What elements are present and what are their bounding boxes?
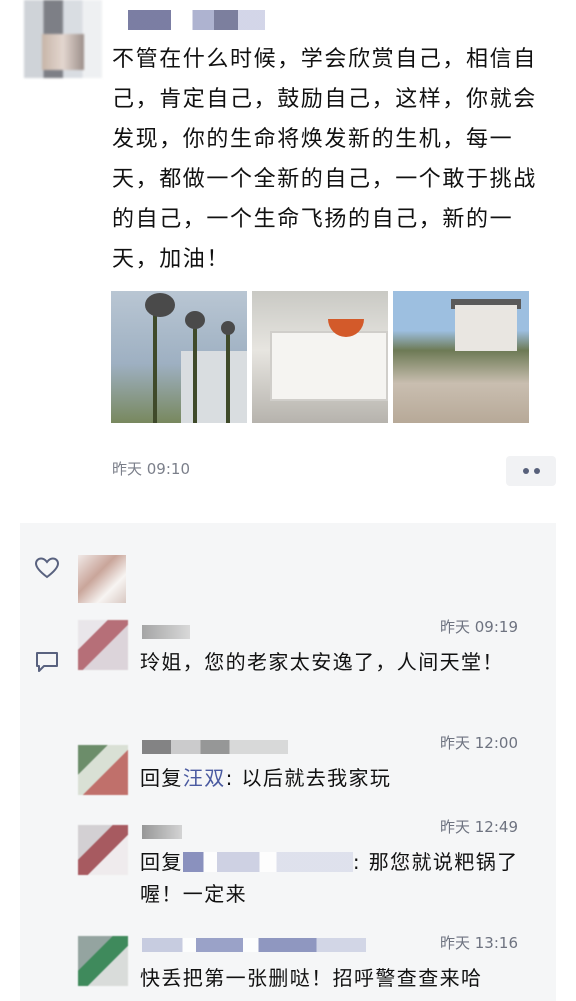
reply-target-name[interactable]: 汪双 xyxy=(183,766,226,790)
photo-stem xyxy=(153,301,157,423)
comment-text[interactable]: 玲姐，您的老家太安逸了，人间天堂！ xyxy=(140,646,536,678)
poster-name-redacted[interactable] xyxy=(128,10,324,30)
photo-pod xyxy=(221,321,235,335)
photo-thumbnail-3[interactable] xyxy=(393,291,529,423)
commenter-avatar[interactable] xyxy=(78,825,128,875)
comment-time: 昨天 13:16 xyxy=(440,934,518,952)
more-dots-icon[interactable] xyxy=(506,456,556,486)
post-timestamp: 昨天 09:10 xyxy=(112,460,190,478)
dot xyxy=(522,468,529,474)
comment-time: 昨天 12:00 xyxy=(440,734,518,752)
comment-text[interactable]: 回复汪双: 以后就去我家玩 xyxy=(140,762,536,794)
comment-text[interactable]: 回复: 那您就说粑锅了喔！一定来 xyxy=(140,846,536,910)
dot xyxy=(533,468,540,474)
comment-icon xyxy=(36,652,58,672)
photo-thumbnail-2[interactable] xyxy=(252,291,388,423)
photo-grid xyxy=(111,291,529,423)
reply-body: : 以后就去我家玩 xyxy=(225,766,392,790)
commenter-name-redacted[interactable] xyxy=(142,938,366,952)
photo-table xyxy=(270,331,388,401)
photo-stem xyxy=(226,331,230,423)
poster-avatar[interactable] xyxy=(24,0,102,78)
photo-stem xyxy=(193,321,197,423)
commenter-avatar[interactable] xyxy=(78,745,128,795)
photo-pod xyxy=(185,311,205,329)
commenter-name-redacted[interactable] xyxy=(142,625,190,639)
commenter-avatar[interactable] xyxy=(78,620,128,670)
commenter-name-redacted[interactable] xyxy=(142,825,182,839)
photo-house xyxy=(455,305,517,351)
comment-time: 昨天 12:49 xyxy=(440,818,518,836)
photo-pod xyxy=(145,293,175,317)
photo-thumbnail-1[interactable] xyxy=(111,291,247,423)
reply-prefix: 回复 xyxy=(140,766,183,790)
commenter-name-redacted[interactable] xyxy=(142,740,288,754)
comment-time: 昨天 09:19 xyxy=(440,618,518,636)
reply-target-redacted[interactable] xyxy=(182,852,353,872)
liker-avatar[interactable] xyxy=(78,555,126,603)
commenter-avatar[interactable] xyxy=(78,936,128,986)
post-text: 不管在什么时候，学会欣赏自己，相信自己，肯定自己，鼓励自己，这样，你就会发现，你… xyxy=(112,47,537,272)
photo-building xyxy=(181,351,247,423)
heart-icon xyxy=(34,557,60,579)
reply-prefix: 回复 xyxy=(140,850,183,874)
comment-text[interactable]: 快丢把第一张删哒！招呼警查查来哈 xyxy=(140,962,536,994)
